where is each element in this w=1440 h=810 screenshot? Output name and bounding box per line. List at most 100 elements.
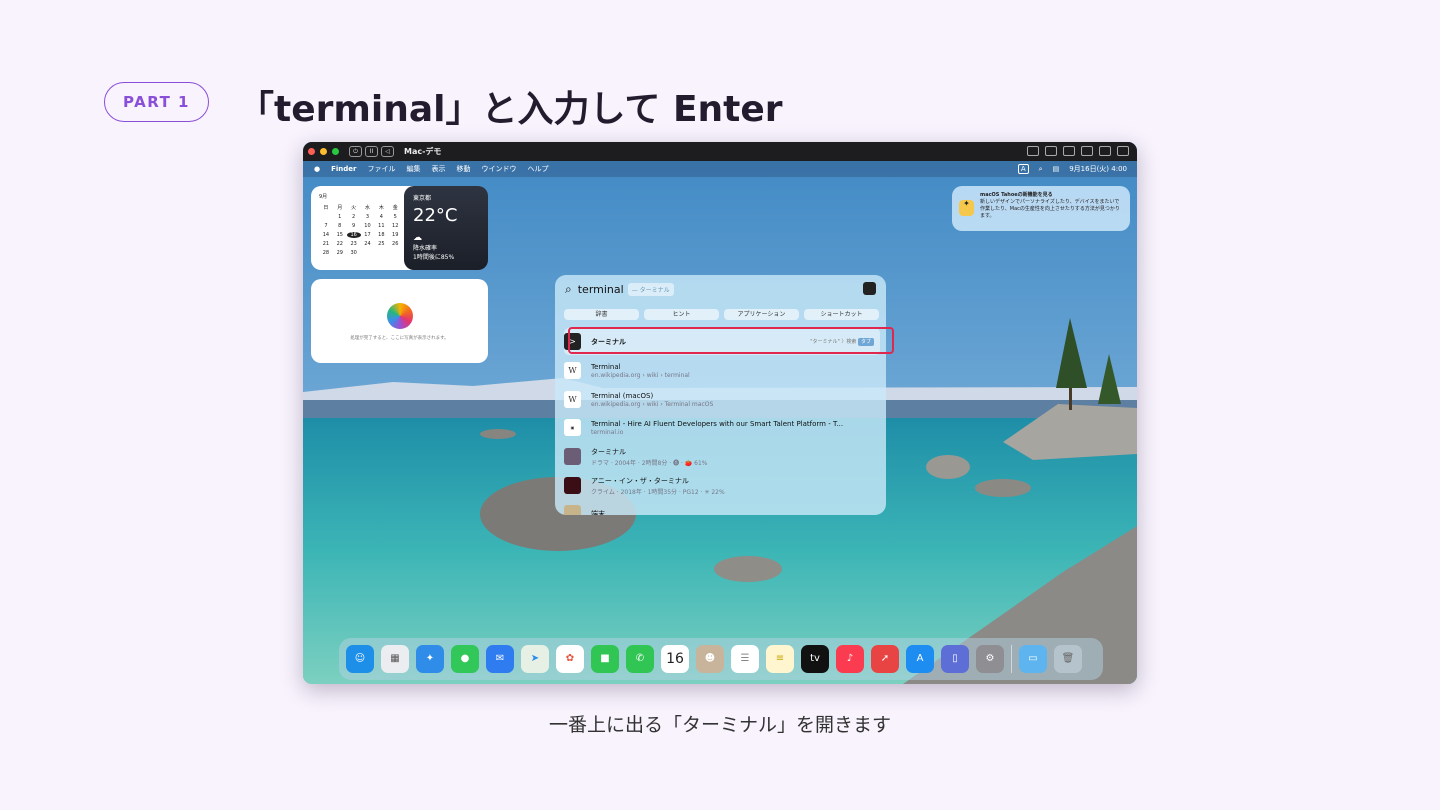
result-wikipedia-terminal-macos[interactable]: W Terminal (macOS) en.wikipedia.org › wik… [564,386,880,413]
calendar-day[interactable]: 23 [347,241,361,247]
tv-icon[interactable]: tv [801,645,829,673]
dictionary-icon [564,505,581,515]
apple-icon[interactable]: ● [314,165,320,173]
calendar-day[interactable] [374,250,388,256]
menu-file[interactable]: ファイル [367,164,395,174]
menubar-datetime[interactable]: 9月16日(火) 4:00 [1069,164,1127,174]
result-terminal-io[interactable]: ▣ Terminal - Hire AI Fluent Developers w… [564,414,880,441]
calendar-day[interactable] [319,214,333,220]
calendar-day[interactable]: 21 [319,241,333,247]
calendar-day[interactable]: 18 [374,232,388,238]
calendar-day[interactable]: 16 [346,232,361,238]
maps-icon[interactable]: ➤ [521,645,549,673]
folder-share-icon[interactable] [1099,146,1111,156]
menu-finder[interactable]: Finder [331,165,356,173]
result-wikipedia-terminal[interactable]: W Terminal en.wikipedia.org › wiki › term… [564,357,880,384]
network-icon[interactable] [1081,146,1093,156]
facetime-icon[interactable]: ■ [591,645,619,673]
pause-icon[interactable]: II [365,146,378,157]
app-store-icon[interactable]: A [906,645,934,673]
power-icon[interactable]: ⏻ [349,146,362,157]
messages-icon[interactable]: ● [451,645,479,673]
calendar-day[interactable]: 14 [319,232,333,238]
weather-widget[interactable]: 東京都 22°C ☁ 降水確率 1時間後に85% [404,186,488,270]
calendar-day[interactable]: 24 [361,241,375,247]
menu-help[interactable]: ヘルプ [527,164,548,174]
music-icon[interactable]: ♪ [836,645,864,673]
photos-widget-text: 処理が完了すると、ここに写真が表示されます。 [350,336,449,341]
cloud-icon: ☁ [413,233,422,243]
calendar-day[interactable]: 3 [361,214,375,220]
calendar-day[interactable]: 1 [333,214,347,220]
calendar-day[interactable] [361,250,375,256]
category-applications[interactable]: アプリケーション [724,309,799,320]
photos-app-icon[interactable]: ✿ [556,645,584,673]
calendar-day[interactable]: 4 [374,214,388,220]
category-tips[interactable]: ヒント [644,309,719,320]
iphone-mirroring-icon[interactable]: ▯ [941,645,969,673]
photos-widget[interactable]: 処理が完了すると、ここに写真が表示されます。 [311,279,488,363]
downloads-folder-icon[interactable]: ▭ [1019,645,1047,673]
calendar-day[interactable]: 28 [319,250,333,256]
search-icon[interactable]: ⌕ [1039,165,1043,174]
terminal-io-icon: ▣ [564,419,581,436]
contacts-icon[interactable]: ☻ [696,645,724,673]
tips-widget[interactable]: ✦ macOS Tahoeの新機能を見る 新しいデザインでパーソナライズしたり、… [952,186,1130,231]
windows-icon[interactable] [1117,146,1129,156]
spotlight-search[interactable]: ⌕ terminal — ターミナル [565,281,674,297]
calendar-day[interactable]: 30 [347,250,361,256]
back-icon[interactable]: ◁ [381,146,394,157]
control-center-icon[interactable]: ▤ [1053,165,1060,173]
result-subtitle: en.wikipedia.org › wiki › Terminal macOS [591,400,714,408]
result-title: Terminal (macOS) [591,391,654,400]
audio-icon[interactable] [1063,146,1075,156]
mail-icon[interactable]: ✉ [486,645,514,673]
result-movie-terminal[interactable]: ターミナル ドラマ · 2004年 · 2時間8分 · 🅖 · 🍅 61% [564,443,880,470]
screenshot-icon[interactable] [1027,146,1039,156]
calendar-day[interactable]: 10 [361,223,375,229]
system-settings-icon[interactable]: ⚙ [976,645,1004,673]
menu-view[interactable]: 表示 [431,164,445,174]
menu-window[interactable]: ウインドウ [481,164,516,174]
minimize-button[interactable] [320,148,327,155]
menu-edit[interactable]: 編集 [406,164,420,174]
finder-icon[interactable]: ☺ [346,645,374,673]
calendar-day[interactable] [388,250,402,256]
calendar-day[interactable]: 9 [347,223,361,229]
reminders-icon[interactable]: ☰ [731,645,759,673]
input-source-indicator[interactable]: A [1017,164,1029,174]
magnifier-icon: ⌕ [565,281,572,296]
spotlight-categories: 辞書 ヒント アプリケーション ショートカット [564,309,879,320]
menu-go[interactable]: 移動 [456,164,470,174]
trash-icon[interactable]: 🗑 [1054,645,1082,673]
notes-icon[interactable]: ≡ [766,645,794,673]
calendar-day[interactable]: 12 [388,223,402,229]
calendar-day[interactable]: 29 [333,250,347,256]
calendar-day[interactable]: 17 [361,232,375,238]
launchpad-icon[interactable]: ▦ [381,645,409,673]
rocket-icon[interactable]: ➚ [871,645,899,673]
calendar-day[interactable]: 22 [333,241,347,247]
calendar-day[interactable]: 26 [388,241,402,247]
safari-icon[interactable]: ✦ [416,645,444,673]
calendar-day[interactable]: 15 [333,232,347,238]
calendar-day[interactable]: 25 [374,241,388,247]
phone-icon[interactable]: ✆ [626,645,654,673]
result-movie-annie[interactable]: アニー・イン・ザ・ターミナル クライム · 2018年 · 1時間35分 · PG… [564,472,880,499]
result-tanmatsu[interactable]: 端末 [564,500,880,515]
calendar-day[interactable]: 19 [388,232,402,238]
calendar-day[interactable]: 11 [374,223,388,229]
part-badge: PART 1 [104,82,209,122]
titlebar-tools [1027,146,1129,156]
calendar-icon[interactable]: 16 [661,645,689,673]
calendar-day[interactable]: 7 [319,223,333,229]
resize-icon[interactable] [1045,146,1057,156]
zoom-button[interactable] [332,148,339,155]
calendar-day[interactable]: 8 [333,223,347,229]
spotlight-query[interactable]: terminal [578,283,624,296]
category-dictionary[interactable]: 辞書 [564,309,639,320]
calendar-day[interactable]: 5 [388,214,402,220]
close-button[interactable] [308,148,315,155]
category-shortcuts[interactable]: ショートカット [804,309,879,320]
calendar-day[interactable]: 2 [347,214,361,220]
